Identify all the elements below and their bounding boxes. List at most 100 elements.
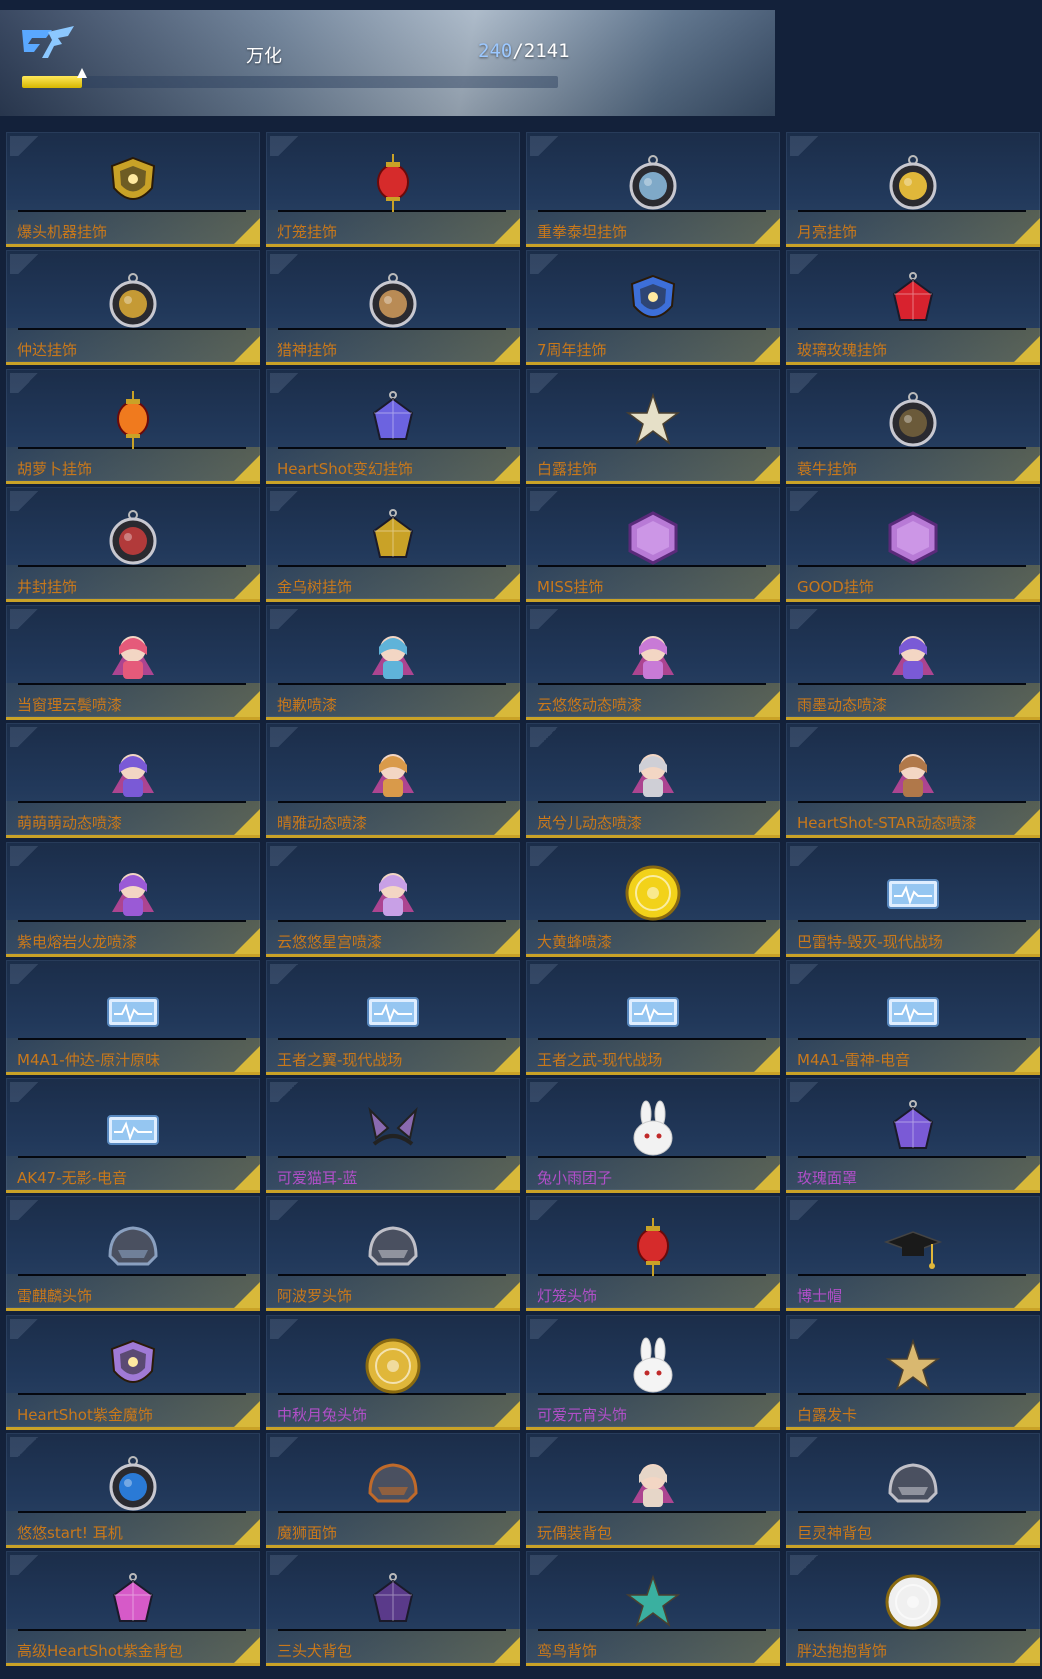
item-card[interactable]: 晴雅动态喷漆	[266, 723, 520, 839]
cat-ears-headband-icon	[368, 1106, 418, 1146]
item-card[interactable]: 魔狮面饰	[266, 1432, 520, 1548]
music-card-icon	[107, 1115, 159, 1145]
item-label: 兔小雨团子	[537, 1169, 613, 1187]
cute-yuanxiao-icon	[633, 1337, 673, 1392]
bumblebee-spray-icon	[625, 865, 681, 920]
item-card[interactable]: 白露发卡	[786, 1314, 1040, 1430]
item-label: HeartShot-STAR动态喷漆	[797, 814, 977, 833]
glass-rose-charm-icon	[892, 272, 934, 322]
item-card[interactable]: 萌萌萌动态喷漆	[6, 723, 260, 839]
item-card[interactable]: M4A1-仲达-原汁原味	[6, 959, 260, 1075]
item-card[interactable]: 紫电熔岩火龙喷漆	[6, 841, 260, 957]
item-card[interactable]: 巴雷特-毁灭-现代战场	[786, 841, 1040, 957]
item-card[interactable]: 雨墨动态喷漆	[786, 605, 1040, 720]
anniversary-7-charm-icon	[630, 275, 676, 319]
item-label: AK47-无影-电音	[17, 1169, 128, 1187]
hunter-god-charm-icon	[369, 273, 417, 328]
item-label: 王者之武-现代战场	[537, 1050, 663, 1069]
item-card[interactable]: 兔小雨团子	[526, 1078, 780, 1193]
golden-crow-tree-charm-icon	[372, 508, 414, 558]
item-card[interactable]: 胖达抱抱背饰	[786, 1551, 1040, 1666]
item-card[interactable]: 可爱元宵头饰	[526, 1314, 780, 1430]
item-card[interactable]: 蓑牛挂饰	[786, 368, 1040, 484]
item-card[interactable]: 玫瑰面罩	[786, 1078, 1040, 1193]
item-card[interactable]: 悠悠start! 耳机	[6, 1432, 260, 1548]
zhongda-charm-icon	[109, 273, 157, 328]
robot-head-charm-icon	[110, 156, 156, 200]
item-card[interactable]: 抱歉喷漆	[266, 605, 520, 720]
item-card[interactable]: 王者之翼-现代战场	[266, 959, 520, 1075]
item-card[interactable]: 金乌树挂饰	[266, 486, 520, 602]
item-label: 玫瑰面罩	[797, 1169, 858, 1187]
item-card[interactable]: 灯笼头饰	[526, 1196, 780, 1312]
good-badge-charm-icon	[888, 511, 938, 565]
item-card[interactable]: 三头犬背包	[266, 1551, 520, 1666]
item-label: 王者之翼-现代战场	[277, 1050, 403, 1069]
mengmeng-spray-icon	[112, 754, 154, 798]
item-label: 魔狮面饰	[277, 1523, 338, 1542]
item-card[interactable]: 7周年挂饰	[526, 250, 780, 366]
item-card[interactable]: M4A1-雷神-电音	[786, 959, 1040, 1075]
player-nickname: 万化	[246, 46, 282, 67]
item-card[interactable]: 云悠悠动态喷漆	[526, 605, 780, 720]
item-card[interactable]: 可爱猫耳-蓝	[266, 1078, 520, 1193]
carrot-charm-icon	[117, 390, 149, 449]
mid-autumn-moon-rabbit-icon	[365, 1338, 421, 1393]
item-card[interactable]: 岚兮儿动态喷漆	[526, 723, 780, 839]
item-label: 重拳泰坦挂饰	[537, 223, 628, 241]
item-label: 灯笼头饰	[537, 1287, 598, 1306]
item-card[interactable]: 井封挂饰	[6, 486, 260, 602]
phoenix-back-ornament-icon	[625, 1574, 681, 1628]
item-card[interactable]: 仲达挂饰	[6, 250, 260, 366]
item-card[interactable]: 高级HeartShot紫金背包	[6, 1551, 260, 1666]
item-label: 大黄蜂喷漆	[537, 932, 613, 951]
item-card[interactable]: 中秋月兔头饰	[266, 1314, 520, 1430]
item-label: 灯笼挂饰	[277, 223, 338, 241]
item-label: 云悠悠星宫喷漆	[277, 932, 383, 951]
cf-logo-icon	[22, 26, 74, 58]
item-grid: 爆头机器挂饰 灯笼挂饰 重拳泰坦挂饰 月亮挂饰仲达挂饰 猎神挂饰 7周年挂饰 玻璃玫瑰挂饰胡…	[6, 132, 1040, 1675]
qingya-spray-icon	[372, 754, 414, 798]
item-card[interactable]: 博士帽	[786, 1196, 1040, 1312]
item-card[interactable]: 王者之武-现代战场	[526, 959, 780, 1075]
thunder-qilin-headgear-icon	[108, 1226, 158, 1266]
item-card[interactable]: 爆头机器挂饰	[6, 132, 260, 247]
item-card[interactable]: 重拳泰坦挂饰	[526, 132, 780, 247]
item-label: 井封挂饰	[17, 577, 78, 596]
item-label: 岚兮儿动态喷漆	[537, 814, 643, 833]
item-card[interactable]: 猎神挂饰	[266, 250, 520, 366]
item-card[interactable]: 玻璃玫瑰挂饰	[786, 250, 1040, 366]
item-card[interactable]: HeartShot紫金魔饰	[6, 1314, 260, 1430]
item-label: GOOD挂饰	[797, 577, 874, 596]
collection-progress-bar	[22, 68, 558, 88]
collection-progress-text: 240/2141	[478, 40, 570, 62]
music-card-icon	[367, 996, 419, 1027]
item-label: 猎神挂饰	[277, 341, 338, 360]
item-card[interactable]: GOOD挂饰	[786, 486, 1040, 602]
item-card[interactable]: 月亮挂饰	[786, 132, 1040, 247]
item-card[interactable]: 巨灵神背包	[786, 1432, 1040, 1548]
item-card[interactable]: AK47-无影-电音	[6, 1078, 260, 1193]
item-card[interactable]: 玩偶装背包	[526, 1432, 780, 1548]
item-label: 中秋月兔头饰	[277, 1405, 368, 1424]
moon-charm-icon	[889, 155, 937, 210]
item-card[interactable]: MISS挂饰	[526, 486, 780, 602]
item-card[interactable]: 灯笼挂饰	[266, 132, 520, 247]
item-card[interactable]: 大黄蜂喷漆	[526, 841, 780, 957]
item-card[interactable]: 雷麒麟头饰	[6, 1196, 260, 1312]
miss-badge-charm-icon	[628, 511, 678, 565]
item-card[interactable]: HeartShot-STAR动态喷漆	[786, 723, 1040, 839]
heartshot-star-spray-icon	[892, 754, 934, 798]
item-card[interactable]: 云悠悠星宫喷漆	[266, 841, 520, 957]
item-card[interactable]: 白露挂饰	[526, 368, 780, 484]
music-card-icon	[107, 996, 159, 1027]
item-card[interactable]: HeartShot变幻挂饰	[266, 368, 520, 484]
item-label: 仲达挂饰	[17, 341, 78, 360]
item-card[interactable]: 当窗理云鬓喷漆	[6, 605, 260, 720]
item-card[interactable]: 阿波罗头饰	[266, 1196, 520, 1312]
cerberus-backpack-icon	[372, 1573, 414, 1622]
item-label: HeartShot紫金魔饰	[17, 1405, 153, 1424]
item-card[interactable]: 鸾鸟背饰	[526, 1551, 780, 1666]
item-card[interactable]: 胡萝卜挂饰	[6, 368, 260, 484]
heartshot-purple-gold-backpack-icon	[112, 1573, 154, 1622]
